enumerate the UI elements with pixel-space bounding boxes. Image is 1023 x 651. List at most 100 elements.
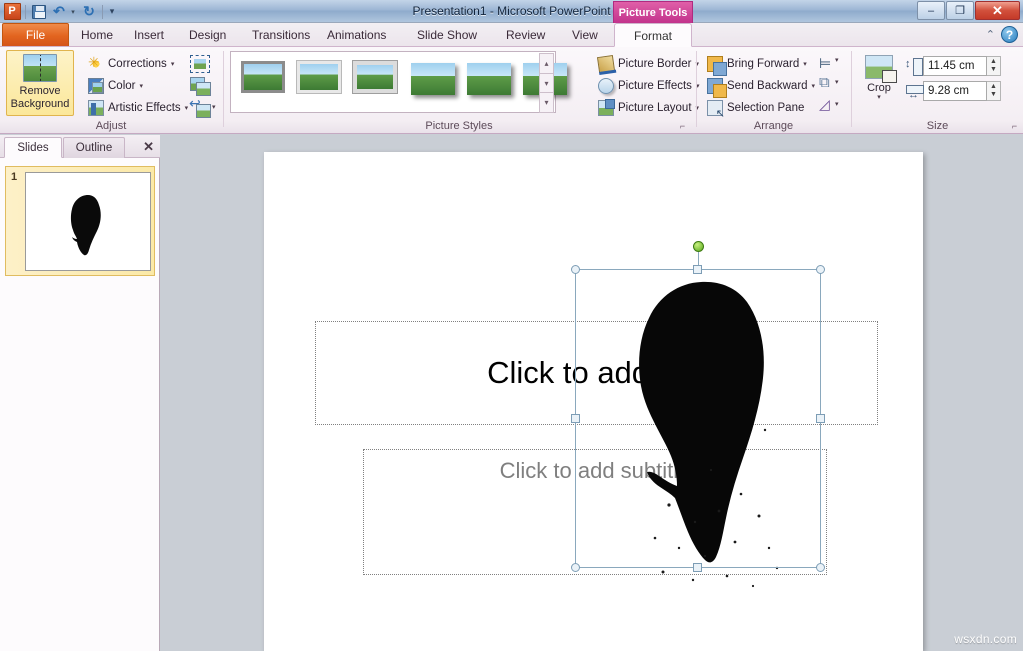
stepper-down-icon[interactable]: ▼ — [990, 91, 997, 99]
remove-background-label-line2: Background — [11, 98, 70, 110]
reset-picture-icon[interactable] — [190, 99, 210, 117]
picture-styles-gallery[interactable]: ▴ ▾ ▾ — [230, 51, 556, 113]
bring-forward-button[interactable]: Bring Forward ▾ — [703, 53, 811, 74]
crop-button[interactable]: Crop ▾ — [858, 51, 900, 113]
ribbon-group-picture-styles: ▴ ▾ ▾ Picture Border ▾ Picture Effects ▾… — [224, 47, 694, 134]
bring-forward-icon — [707, 56, 723, 72]
send-backward-button[interactable]: Send Backward ▾ — [703, 75, 819, 96]
tab-review[interactable]: Review — [497, 23, 554, 47]
picture-layout-button[interactable]: Picture Layout ▾ — [594, 97, 703, 118]
picture-style-thumb[interactable] — [467, 63, 511, 95]
picture-effects-label: Picture Effects — [618, 80, 692, 92]
group-icon[interactable]: ⧉ ▾ — [819, 77, 839, 95]
compress-pictures-icon[interactable] — [190, 55, 210, 73]
picture-effects-button[interactable]: Picture Effects ▾ — [594, 75, 703, 96]
minimize-ribbon-icon[interactable]: ⌃ — [986, 28, 995, 41]
ribbon-help-controls: ⌃ ? — [986, 26, 1018, 43]
picture-style-thumb[interactable] — [411, 63, 455, 95]
gallery-scroll-down-icon[interactable]: ▾ — [539, 74, 554, 94]
slide-thumbnail-item[interactable]: 1 — [5, 166, 155, 276]
close-button[interactable]: ✕ — [975, 1, 1020, 20]
resize-handle-middle-right[interactable] — [816, 414, 825, 423]
resize-handle-bottom-left[interactable] — [571, 563, 580, 572]
ribbon: Remove Background Corrections ▾ Color ▾ … — [0, 47, 1023, 134]
picture-border-icon — [597, 54, 615, 72]
watermark: wsxdn.com — [954, 632, 1017, 646]
change-picture-icon[interactable] — [190, 77, 210, 95]
selection-pane-label: Selection Pane — [727, 102, 804, 114]
artistic-effects-icon — [88, 100, 104, 116]
tab-slides[interactable]: Slides — [4, 137, 62, 158]
picture-layout-icon — [598, 100, 614, 116]
stepper-up-icon[interactable]: ▲ — [990, 83, 997, 91]
resize-handle-bottom-right[interactable] — [816, 563, 825, 572]
chevron-down-icon: ▾ — [877, 93, 881, 101]
picture-border-label: Picture Border — [618, 58, 692, 70]
restore-button[interactable]: ❐ — [946, 1, 974, 20]
tab-animations[interactable]: Animations — [318, 23, 395, 47]
window-controls: – ❐ ✕ — [917, 1, 1020, 20]
slide-canvas[interactable]: Click to add title Click to add subtitle — [264, 152, 923, 651]
size-group-label: Size — [852, 120, 1023, 132]
chevron-down-icon: ▾ — [803, 60, 807, 68]
tab-file[interactable]: File — [2, 23, 69, 46]
shape-width-stepper[interactable]: ▲ ▼ — [987, 81, 1001, 101]
resize-handle-top-right[interactable] — [816, 265, 825, 274]
chevron-down-icon: ▾ — [139, 82, 143, 90]
ribbon-tab-strip: File Home Insert Design Transitions Anim… — [0, 23, 1023, 47]
picture-styles-dialog-launcher[interactable]: ⌐ — [677, 121, 688, 132]
tab-format[interactable]: Format — [614, 23, 692, 47]
rotation-handle[interactable] — [693, 241, 704, 252]
adjust-group-label: Adjust — [0, 120, 222, 132]
corrections-label: Corrections — [108, 58, 167, 70]
minimize-button[interactable]: – — [917, 1, 945, 20]
tab-outline[interactable]: Outline — [63, 137, 125, 158]
color-icon — [88, 78, 104, 94]
shape-height-stepper[interactable]: ▲ ▼ — [987, 56, 1001, 76]
stepper-up-icon[interactable]: ▲ — [990, 58, 997, 66]
picture-border-button[interactable]: Picture Border ▾ — [594, 53, 703, 74]
resize-handle-bottom-center[interactable] — [693, 563, 702, 572]
close-pane-icon[interactable]: ✕ — [143, 139, 154, 155]
resize-handle-middle-left[interactable] — [571, 414, 580, 423]
corrections-button[interactable]: Corrections ▾ — [84, 53, 178, 74]
selection-pane-button[interactable]: Selection Pane — [703, 97, 808, 118]
gallery-scroll-up-icon[interactable]: ▴ — [539, 53, 554, 74]
tab-design[interactable]: Design — [180, 23, 235, 47]
remove-background-button[interactable]: Remove Background — [6, 50, 74, 116]
shape-height-input[interactable]: 11.45 cm — [923, 56, 987, 76]
stepper-down-icon[interactable]: ▼ — [990, 66, 997, 74]
shape-width-icon — [905, 82, 923, 100]
slide-pane-tabs: Slides Outline ✕ — [0, 135, 160, 158]
thumbnail-silhouette-icon — [26, 173, 152, 272]
tab-view[interactable]: View — [563, 23, 607, 47]
slide-pane: 1 — [0, 158, 160, 651]
align-icon[interactable]: ⊨ ▾ — [819, 55, 839, 73]
tab-transitions[interactable]: Transitions — [243, 23, 319, 47]
gallery-more-icon[interactable]: ▾ — [539, 93, 554, 113]
chevron-down-icon: ▾ — [812, 82, 816, 90]
resize-handle-top-left[interactable] — [571, 265, 580, 274]
picture-style-thumb[interactable] — [353, 61, 397, 93]
size-dialog-launcher[interactable]: ⌐ — [1009, 121, 1020, 132]
slide-thumbnail-preview[interactable] — [25, 172, 151, 271]
color-button[interactable]: Color ▾ — [84, 75, 147, 96]
ribbon-group-adjust: Remove Background Corrections ▾ Color ▾ … — [0, 47, 222, 134]
slide-number: 1 — [11, 171, 17, 183]
resize-handle-top-center[interactable] — [693, 265, 702, 274]
help-icon[interactable]: ? — [1001, 26, 1018, 43]
remove-background-label-line1: Remove — [20, 85, 61, 97]
tab-slide-show[interactable]: Slide Show — [408, 23, 486, 47]
picture-selection-frame[interactable] — [575, 269, 821, 568]
shape-height-icon — [905, 57, 923, 75]
picture-style-thumb[interactable] — [297, 61, 341, 93]
chevron-down-icon[interactable]: ▾ — [212, 103, 216, 111]
tab-home[interactable]: Home — [72, 23, 122, 47]
shape-width-input[interactable]: 9.28 cm — [923, 81, 987, 101]
rotate-icon[interactable]: ◿ ▾ — [819, 99, 839, 117]
artistic-effects-button[interactable]: Artistic Effects ▾ — [84, 97, 192, 118]
picture-style-thumb[interactable] — [241, 61, 285, 93]
gallery-scrollbar[interactable]: ▴ ▾ ▾ — [539, 53, 554, 113]
tab-insert[interactable]: Insert — [125, 23, 173, 47]
remove-background-icon — [23, 54, 57, 82]
